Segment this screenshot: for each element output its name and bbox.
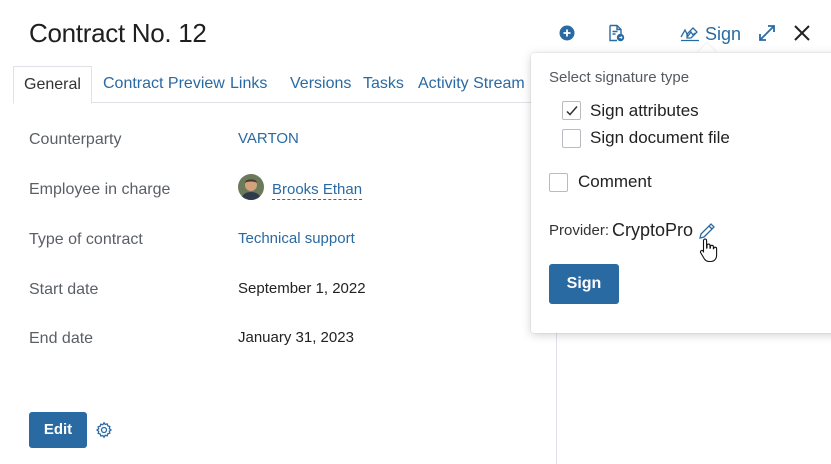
panel-divider: [556, 330, 557, 464]
sign-button[interactable]: Sign: [549, 264, 619, 304]
provider-label: Provider:: [549, 222, 610, 239]
expand-icon: [759, 25, 775, 41]
settings-button[interactable]: [95, 421, 113, 439]
expand-button[interactable]: [756, 22, 778, 44]
end-date-label: End date: [29, 330, 94, 347]
tab-general[interactable]: General: [13, 66, 92, 104]
close-button[interactable]: [791, 22, 813, 44]
start-date-label: Start date: [29, 281, 99, 298]
gear-icon: [95, 421, 113, 439]
add-circle-icon: [559, 25, 575, 41]
tab-links[interactable]: Links: [230, 66, 267, 103]
counterparty-label: Counterparty: [29, 131, 122, 148]
sign-document-file-checkbox[interactable]: [562, 129, 581, 148]
sign-attributes-label[interactable]: Sign attributes: [590, 101, 699, 121]
tab-versions[interactable]: Versions: [290, 66, 351, 103]
add-button[interactable]: [556, 22, 578, 44]
counterparty-link[interactable]: VARTON: [238, 130, 299, 147]
document-export-icon: [609, 24, 625, 42]
comment-checkbox[interactable]: [549, 173, 568, 192]
employee-name: Brooks Ethan: [272, 181, 363, 200]
page-title: Contract No. 12: [29, 18, 207, 48]
hand-cursor-icon: [698, 237, 720, 263]
export-document-button[interactable]: [605, 22, 627, 44]
avatar[interactable]: [238, 174, 264, 200]
employee-link[interactable]: Brooks Ethan: [272, 181, 363, 200]
tab-contract-preview[interactable]: Contract Preview: [103, 66, 225, 103]
tab-activity-stream[interactable]: Activity Stream: [418, 66, 525, 103]
close-icon: [794, 25, 810, 41]
sign-document-file-label[interactable]: Sign document file: [590, 128, 730, 148]
contract-type-label: Type of contract: [29, 231, 143, 248]
tab-tasks[interactable]: Tasks: [363, 66, 404, 103]
comment-label[interactable]: Comment: [578, 172, 652, 192]
tab-bar: General Contract Preview Links Versions …: [13, 66, 540, 104]
sign-attributes-checkbox[interactable]: [562, 101, 581, 120]
sign-toolbar-label: Sign: [705, 23, 742, 44]
sign-toolbar-button[interactable]: Sign: [680, 22, 741, 46]
contract-type-link[interactable]: Technical support: [238, 230, 355, 247]
provider-value: CryptoPro: [612, 220, 694, 240]
edit-button[interactable]: Edit: [29, 412, 87, 448]
signature-icon: [680, 27, 699, 42]
start-date-value: September 1, 2022: [238, 280, 366, 297]
signature-type-title: Select signature type: [549, 69, 690, 86]
checkmark-icon: [566, 106, 578, 116]
end-date-value: January 31, 2023: [238, 329, 354, 346]
employee-label: Employee in charge: [29, 181, 171, 198]
